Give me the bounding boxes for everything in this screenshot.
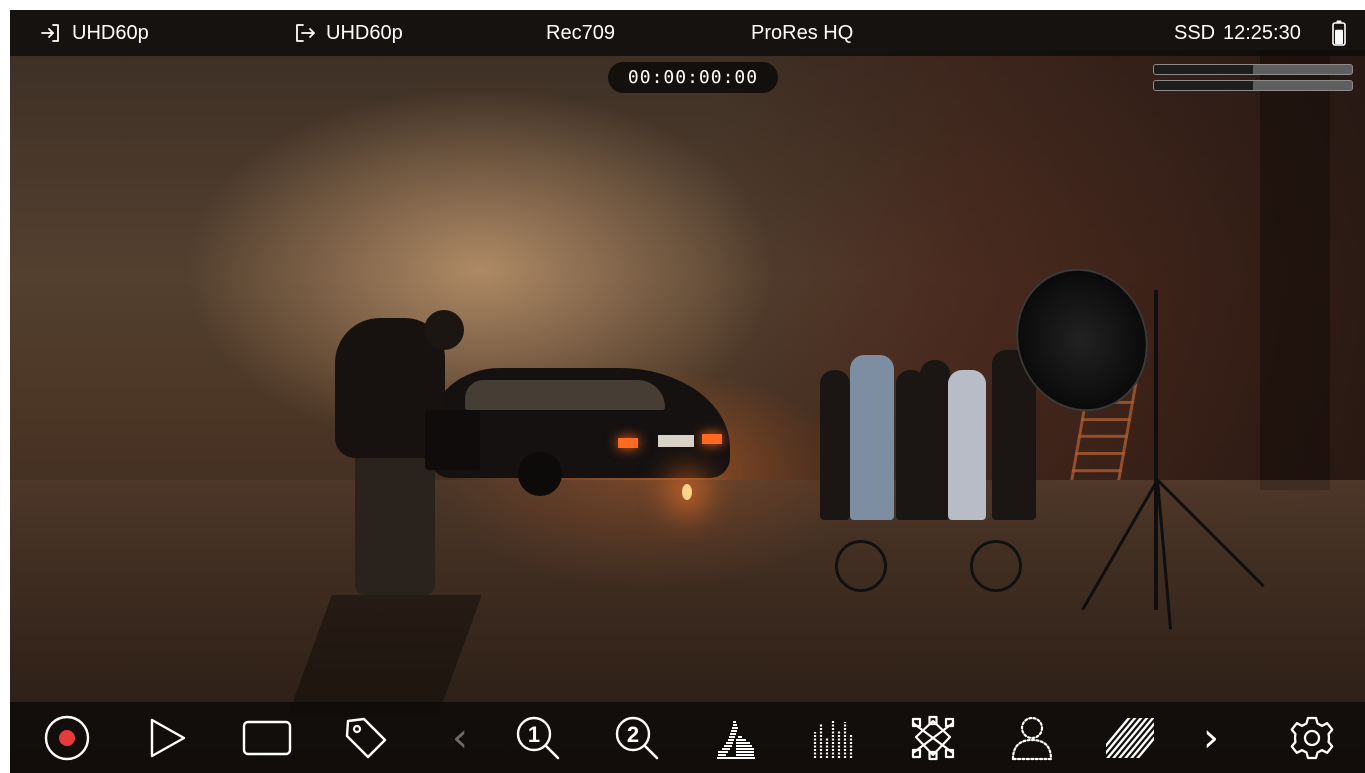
previous-page-button[interactable]: ‹ [432,710,488,766]
audio-levels-icon [813,720,853,758]
frame-guide-icon [242,720,292,756]
bottom-toolbar: ‹ 1 2 › [10,702,1365,773]
output-format[interactable]: UHD60p [294,10,403,56]
zoom-1-button[interactable]: 1 [510,710,566,766]
focus-peaking-button[interactable] [1004,710,1060,766]
scene-bicycle-wheel [835,540,887,592]
zoom-2-icon: 2 [615,716,659,760]
scene-car-window [465,380,665,410]
battery-indicator [1332,10,1346,56]
clock: 12:25:30 [1223,10,1301,56]
scene-bicycle-wheel [970,540,1022,592]
audio-levels-button[interactable] [805,710,861,766]
next-page-button[interactable]: › [1183,710,1239,766]
scene-performer [820,370,850,520]
scene-license-plate [658,435,694,447]
color-space[interactable]: Rec709 [546,10,615,56]
scene-performer [920,360,950,520]
zoom-1-icon: 1 [516,716,560,760]
battery-fill [1335,29,1343,45]
clock-label: 12:25:30 [1223,21,1301,44]
play-icon [150,718,186,758]
zoom-2-button[interactable]: 2 [609,710,665,766]
scene-taillight [618,438,638,448]
zebra-button[interactable] [1102,710,1158,766]
focus-peaking-icon [1011,716,1053,761]
status-bar: UHD60p UHD60p Rec709 ProRes HQ SSD 12:25… [10,10,1365,56]
scene-operator-head [424,310,464,350]
play-button[interactable] [138,710,194,766]
zoom-2-digit: 2 [627,722,639,747]
scene-performer [948,370,986,520]
audio-meter-2 [1153,80,1353,91]
scene-bicycle [830,530,1030,592]
media-label: SSD [1174,21,1216,44]
video-feed [10,10,1365,773]
input-format-label: UHD60p [72,21,149,44]
scene-performer [850,355,894,520]
battery-icon [1332,20,1346,46]
chevron-left-icon: ‹ [452,715,468,761]
timecode-display[interactable]: 00:00:00:00 [608,62,778,93]
record-button[interactable] [39,710,95,766]
output-format-label: UHD60p [326,21,403,44]
zoom-1-digit: 1 [528,722,540,747]
media-status[interactable]: SSD [1174,10,1215,56]
output-icon [294,22,316,44]
scene-flare [682,484,692,500]
histogram-button[interactable] [708,710,764,766]
scene-car-wheel [518,452,562,496]
audio-meter-1 [1153,64,1353,75]
zebra-icon [1106,718,1154,758]
audio-meter-fill [1154,65,1253,74]
input-icon [40,22,62,44]
histogram-icon [717,721,755,759]
record-icon [44,715,90,761]
monitor-screen: UHD60p UHD60p Rec709 ProRes HQ SSD 12:25… [10,10,1365,773]
scene-performers [820,340,1050,520]
settings-icon [1290,716,1334,760]
codec-label: ProRes HQ [751,21,854,44]
input-format[interactable]: UHD60p [40,10,149,56]
tag-icon [345,717,387,759]
settings-button[interactable] [1284,710,1340,766]
waveform-vectorscope-button[interactable] [905,710,961,766]
audio-meter-fill [1154,81,1253,90]
chevron-right-icon: › [1203,715,1219,761]
waveform-vectorscope-icon [911,715,955,761]
frame-guide-button[interactable] [239,710,295,766]
scene-camera-rig [425,410,480,470]
scene-operator-legs [355,450,435,595]
scene-light-stand [1154,290,1158,610]
tag-button[interactable] [338,710,394,766]
scene-taillight [702,434,722,444]
scene-pillar [1260,50,1330,490]
codec[interactable]: ProRes HQ [751,10,853,56]
color-space-label: Rec709 [546,21,615,44]
